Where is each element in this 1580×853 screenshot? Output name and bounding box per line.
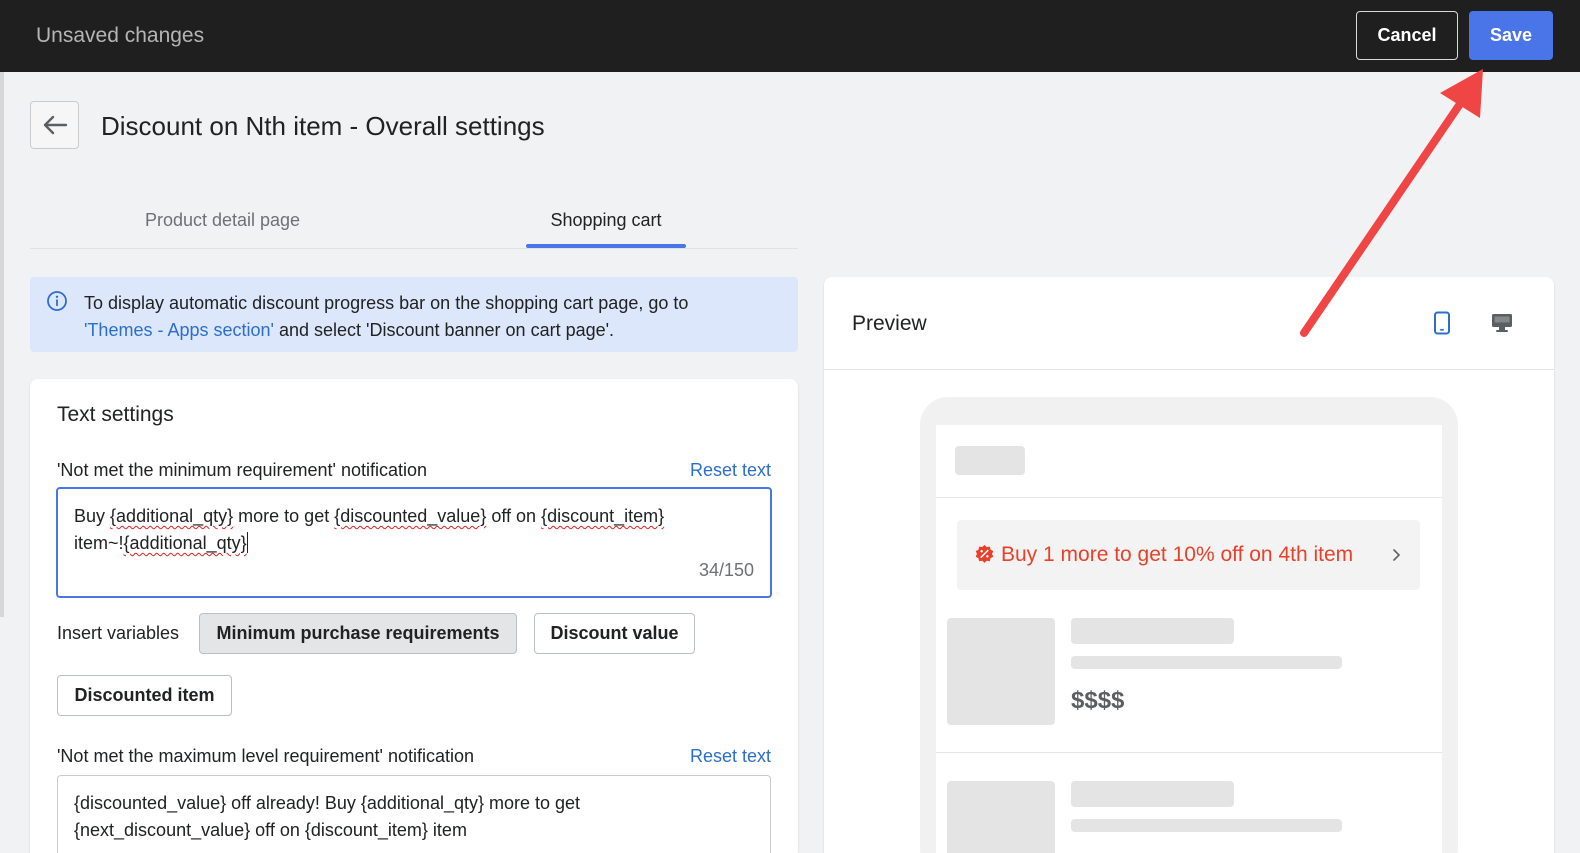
mobile-preview-toggle[interactable] bbox=[1428, 309, 1456, 337]
max-level-textarea[interactable]: {discounted_value} off already! Buy {add… bbox=[57, 775, 771, 853]
skeleton-product-image bbox=[947, 618, 1055, 725]
max-level-line-2: {next_discount_value} off on {discount_i… bbox=[74, 820, 467, 840]
phone-mockup: Buy 1 more to get 10% off on 4th item $$… bbox=[920, 397, 1458, 853]
skeleton-product-image-2 bbox=[947, 781, 1055, 853]
tab-bar: Product detail page Shopping cart bbox=[30, 192, 798, 249]
preview-divider bbox=[824, 369, 1554, 370]
character-count: 34/150 bbox=[698, 560, 754, 580]
desktop-icon bbox=[1492, 314, 1512, 332]
left-edge-bar bbox=[0, 72, 4, 617]
skeleton-product-title bbox=[1071, 618, 1234, 644]
text-caret bbox=[246, 532, 248, 553]
variable-token: {discounted_value} bbox=[334, 506, 487, 526]
insert-variables-label: Insert variables bbox=[57, 623, 180, 643]
preview-divider-2 bbox=[936, 752, 1442, 753]
themes-apps-link[interactable]: 'Themes - Apps section' bbox=[84, 320, 274, 340]
active-tab-indicator bbox=[526, 244, 686, 248]
text-settings-heading: Text settings bbox=[57, 403, 174, 426]
chevron-right-icon bbox=[1393, 549, 1400, 561]
skeleton-product-subtitle bbox=[1071, 656, 1342, 669]
reset-text-link-2[interactable]: Reset text bbox=[690, 746, 771, 767]
arrow-left-icon bbox=[43, 115, 67, 135]
desktop-preview-toggle[interactable] bbox=[1488, 309, 1516, 337]
back-button[interactable] bbox=[30, 101, 79, 149]
skeleton-product-title-2 bbox=[1071, 781, 1234, 807]
save-button[interactable]: Save bbox=[1469, 11, 1553, 60]
info-icon bbox=[47, 291, 67, 311]
text-segment: Buy bbox=[74, 506, 111, 526]
preview-card: Preview Buy 1 more to get 10% off on 4th… bbox=[824, 277, 1554, 853]
variable-token: {discount_item} bbox=[541, 506, 665, 526]
info-banner: To display automatic discount progress b… bbox=[30, 277, 798, 352]
text-segment: item~! bbox=[74, 533, 124, 553]
text-segment: more to get bbox=[238, 506, 335, 526]
tab-product-detail-page[interactable]: Product detail page bbox=[60, 192, 385, 248]
preview-title: Preview bbox=[852, 312, 927, 335]
discount-value-button[interactable]: Discount value bbox=[534, 613, 695, 654]
discount-badge-icon bbox=[975, 544, 994, 563]
contextual-save-bar: Unsaved changes Cancel Save bbox=[0, 0, 1580, 72]
text-settings-card: Text settings 'Not met the minimum requi… bbox=[30, 379, 798, 853]
variable-token: {additional_qty} bbox=[110, 506, 234, 526]
variable-token: {additional_qty} bbox=[123, 533, 247, 553]
tab-shopping-cart[interactable]: Shopping cart bbox=[526, 192, 686, 248]
min-requirement-textarea[interactable]: Buy {additional_qty} more to get {discou… bbox=[56, 487, 772, 598]
discounted-item-button[interactable]: Discounted item bbox=[57, 675, 232, 716]
preview-divider-1 bbox=[936, 497, 1442, 498]
mobile-icon bbox=[1434, 311, 1450, 335]
max-level-line-1: {discounted_value} off already! Buy {add… bbox=[74, 793, 581, 813]
product-price: $$$$ bbox=[1071, 687, 1125, 714]
page-title: Discount on Nth item - Overall settings bbox=[101, 111, 545, 141]
reset-text-link-1[interactable]: Reset text bbox=[690, 460, 771, 481]
banner-text: To display automatic discount progress b… bbox=[84, 290, 784, 344]
banner-text-before: To display automatic discount progress b… bbox=[84, 293, 689, 313]
skeleton-header bbox=[955, 446, 1025, 475]
discount-progress-banner[interactable]: Buy 1 more to get 10% off on 4th item bbox=[957, 520, 1420, 590]
cart-page-preview: Buy 1 more to get 10% off on 4th item $$… bbox=[936, 425, 1442, 853]
min-purchase-requirements-button[interactable]: Minimum purchase requirements bbox=[199, 613, 517, 654]
skeleton-product-subtitle-2 bbox=[1071, 819, 1342, 832]
banner-text-after: and select 'Discount banner on cart page… bbox=[273, 320, 615, 340]
unsaved-changes-title: Unsaved changes bbox=[36, 24, 205, 47]
promo-text: Buy 1 more to get 10% off on 4th item bbox=[1001, 543, 1354, 566]
min-requirement-label: 'Not met the minimum requirement' notifi… bbox=[57, 460, 428, 480]
text-segment: off on bbox=[486, 506, 542, 526]
cancel-button[interactable]: Cancel bbox=[1356, 11, 1458, 60]
max-level-label: 'Not met the maximum level requirement' … bbox=[57, 746, 475, 766]
